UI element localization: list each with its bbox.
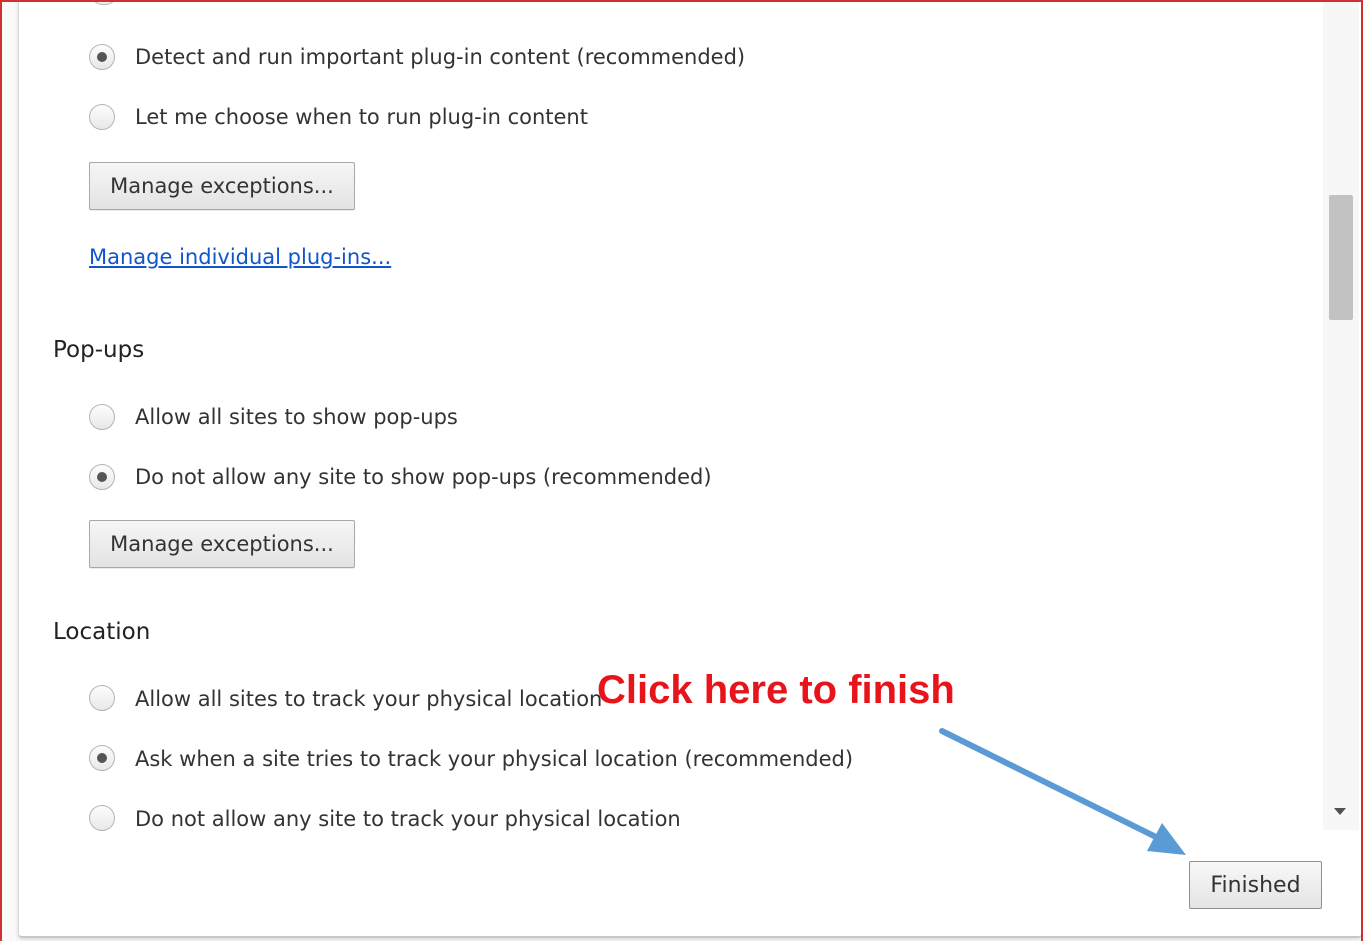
arrow-head <box>1147 823 1186 855</box>
arrow-shaft <box>939 728 1165 843</box>
annotation-arrow-icon <box>939 728 1186 855</box>
